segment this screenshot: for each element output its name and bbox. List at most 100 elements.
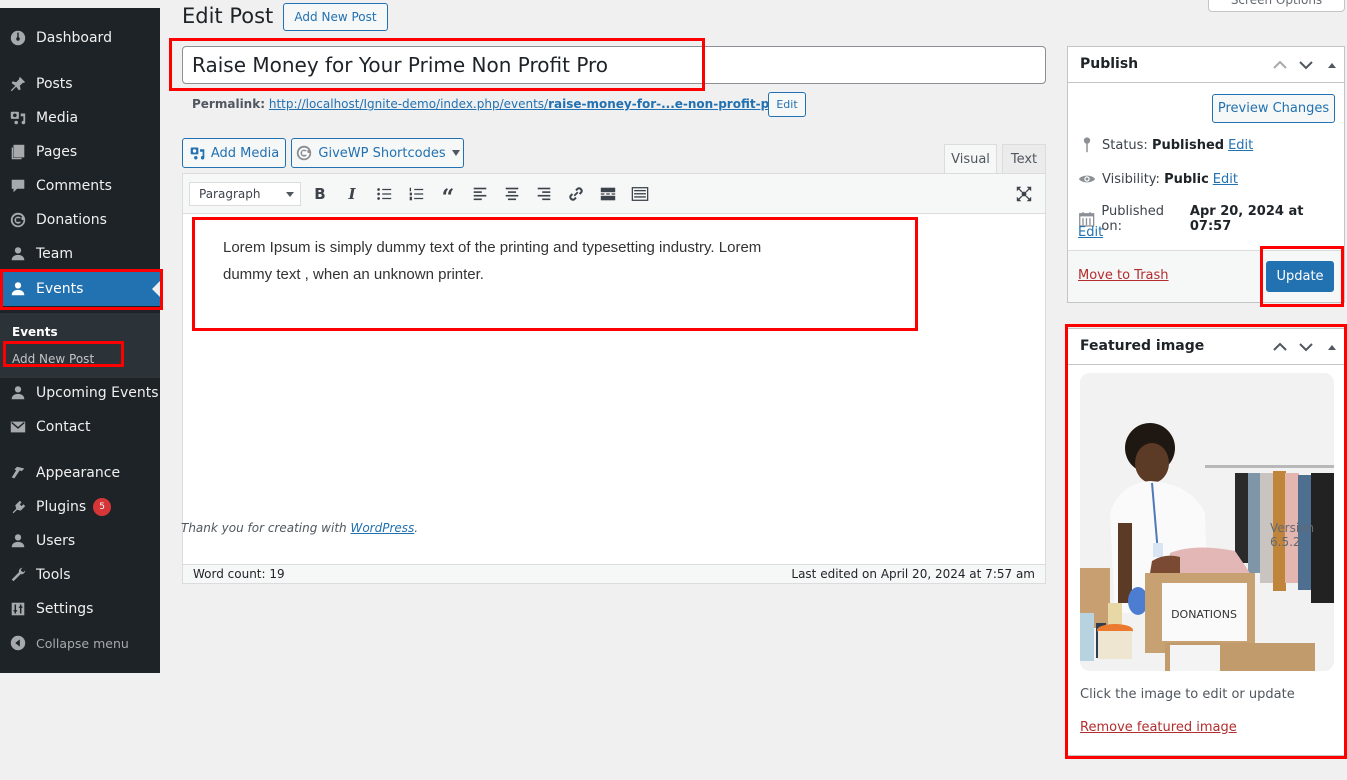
sidebar-item-users[interactable]: Users bbox=[0, 524, 160, 558]
sidebar-item-comments[interactable]: Comments bbox=[0, 169, 160, 203]
chevron-up-icon bbox=[1273, 342, 1287, 351]
post-title-input[interactable] bbox=[182, 46, 1046, 84]
featured-image-title: Featured image bbox=[1080, 338, 1205, 354]
add-media-button[interactable]: Add Media bbox=[182, 138, 286, 168]
sidebar-item-label: Comments bbox=[36, 178, 112, 194]
edit-date-link[interactable]: Edit bbox=[1078, 225, 1103, 240]
tab-visual[interactable]: Visual bbox=[944, 144, 997, 174]
read-more-button[interactable] bbox=[596, 183, 620, 205]
permalink-slug: raise-money-for-...e-non-profit-pro bbox=[548, 97, 784, 111]
user-icon bbox=[0, 384, 36, 403]
editor-toolbar: Paragraph B I “ bbox=[183, 174, 1045, 214]
fullscreen-button[interactable] bbox=[1012, 183, 1036, 205]
media-icon bbox=[190, 147, 205, 159]
dashboard-icon bbox=[0, 29, 36, 48]
align-right-button[interactable] bbox=[532, 183, 556, 205]
add-media-label: Add Media bbox=[210, 145, 280, 161]
sidebar-item-contact[interactable]: Contact bbox=[0, 410, 160, 444]
tab-text[interactable]: Text bbox=[1002, 144, 1046, 174]
align-left-button[interactable] bbox=[468, 183, 492, 205]
bulleted-list-icon bbox=[377, 188, 392, 200]
sidebar-item-donations[interactable]: Donations bbox=[0, 203, 160, 237]
published-label: Published on: bbox=[1101, 204, 1164, 234]
sidebar-item-label: Upcoming Events bbox=[36, 385, 159, 401]
editor-content[interactable]: Lorem Ipsum is simply dummy text of the … bbox=[223, 234, 863, 288]
sidebar-item-label: Posts bbox=[36, 76, 73, 92]
fullscreen-icon bbox=[1016, 186, 1032, 202]
sidebar-item-settings[interactable]: Settings bbox=[0, 592, 160, 626]
move-to-trash-link[interactable]: Move to Trash bbox=[1078, 268, 1169, 283]
plugins-update-badge: 5 bbox=[93, 498, 112, 516]
chevron-up-icon bbox=[1273, 60, 1287, 69]
sidebar-item-appearance[interactable]: Appearance bbox=[0, 456, 160, 490]
sidebar-item-label: Dashboard bbox=[36, 30, 112, 46]
permalink-edit-button[interactable]: Edit bbox=[768, 92, 806, 117]
edit-visibility-link[interactable]: Edit bbox=[1213, 172, 1238, 187]
user-icon bbox=[0, 532, 36, 551]
published-value: Apr 20, 2024 at 07:57 bbox=[1189, 204, 1304, 234]
givewp-shortcodes-button[interactable]: GiveWP Shortcodes bbox=[291, 138, 464, 168]
sidebar-item-label: Settings bbox=[36, 601, 94, 617]
align-left-icon bbox=[473, 187, 487, 201]
add-new-post-button[interactable]: Add New Post bbox=[283, 3, 388, 31]
insert-link-button[interactable] bbox=[564, 183, 588, 205]
sidebar-item-label: Donations bbox=[36, 212, 107, 228]
paragraph-format-select[interactable]: Paragraph bbox=[189, 182, 301, 206]
triangle-up-icon bbox=[1328, 63, 1336, 68]
bold-button[interactable]: B bbox=[308, 183, 332, 205]
sidebar-item-plugins[interactable]: Plugins 5 bbox=[0, 490, 160, 524]
move-up-button[interactable] bbox=[1271, 57, 1289, 73]
sidebar-item-tools[interactable]: Tools bbox=[0, 558, 160, 592]
permalink-link[interactable]: http://localhost/Ignite-demo/index.php/e… bbox=[269, 97, 788, 111]
post-status: Status: Published Edit bbox=[1078, 136, 1253, 154]
remove-featured-image-link[interactable]: Remove featured image bbox=[1080, 720, 1237, 735]
footer-thanks: Thank you for creating with WordPress. bbox=[181, 521, 418, 535]
move-down-button[interactable] bbox=[1297, 339, 1315, 355]
sidebar-item-pages[interactable]: Pages bbox=[0, 135, 160, 169]
toolbar-toggle-button[interactable] bbox=[628, 183, 652, 205]
format-select-value: Paragraph bbox=[199, 187, 261, 201]
italic-button[interactable]: I bbox=[340, 183, 364, 205]
sidebar-item-upcoming-events[interactable]: Upcoming Events bbox=[0, 376, 160, 410]
move-up-button[interactable] bbox=[1271, 339, 1289, 355]
read-more-icon bbox=[600, 187, 616, 201]
toggle-panel-button[interactable] bbox=[1323, 57, 1341, 73]
screen-options-button[interactable]: Screen Options bbox=[1208, 0, 1345, 12]
word-count: Word count: 19 bbox=[193, 567, 285, 581]
sidebar-item-team[interactable]: Team bbox=[0, 237, 160, 271]
permalink: Permalink: http://localhost/Ignite-demo/… bbox=[192, 97, 787, 111]
submenu-title[interactable]: Events bbox=[12, 325, 58, 339]
blockquote-button[interactable]: “ bbox=[436, 183, 460, 211]
collapse-icon bbox=[0, 634, 36, 653]
admin-sidebar: Dashboard Posts Media Pages Comments Don… bbox=[0, 8, 160, 673]
permalink-label: Permalink: bbox=[192, 97, 266, 111]
content-line: Lorem Ipsum is simply dummy text of the … bbox=[223, 239, 762, 256]
numbered-list-button[interactable] bbox=[404, 183, 428, 205]
dropdown-caret-icon bbox=[451, 150, 460, 156]
align-center-button[interactable] bbox=[500, 183, 524, 205]
published-date: Published on: Apr 20, 2024 at 07:57 bbox=[1078, 204, 1344, 234]
sidebar-item-label: Users bbox=[36, 533, 76, 549]
chevron-down-icon bbox=[286, 192, 294, 197]
visibility-label: Visibility: bbox=[1102, 171, 1160, 187]
submenu-add-new-post[interactable]: Add New Post bbox=[12, 352, 94, 366]
sidebar-item-label: Pages bbox=[36, 144, 78, 160]
sidebar-item-posts[interactable]: Posts bbox=[0, 67, 160, 101]
sidebar-item-events[interactable]: Events bbox=[0, 272, 160, 306]
user-icon bbox=[0, 280, 36, 299]
status-value: Published bbox=[1151, 137, 1225, 153]
sidebar-item-media[interactable]: Media bbox=[0, 101, 160, 135]
preview-changes-button[interactable]: Preview Changes bbox=[1212, 94, 1335, 123]
mail-icon bbox=[0, 418, 36, 437]
collapse-menu-button[interactable]: Collapse menu bbox=[0, 626, 160, 660]
toggle-panel-button[interactable] bbox=[1323, 339, 1341, 355]
keyboard-icon bbox=[631, 187, 649, 201]
edit-status-link[interactable]: Edit bbox=[1228, 138, 1253, 153]
wordpress-link[interactable]: WordPress bbox=[350, 521, 414, 535]
sidebar-item-dashboard[interactable]: Dashboard bbox=[0, 21, 160, 55]
content-line: dummy text , when an unknown printer. bbox=[223, 266, 484, 283]
bulleted-list-button[interactable] bbox=[372, 183, 396, 205]
update-button[interactable]: Update bbox=[1266, 261, 1334, 292]
numbered-list-icon bbox=[409, 187, 424, 201]
move-down-button[interactable] bbox=[1297, 57, 1315, 73]
